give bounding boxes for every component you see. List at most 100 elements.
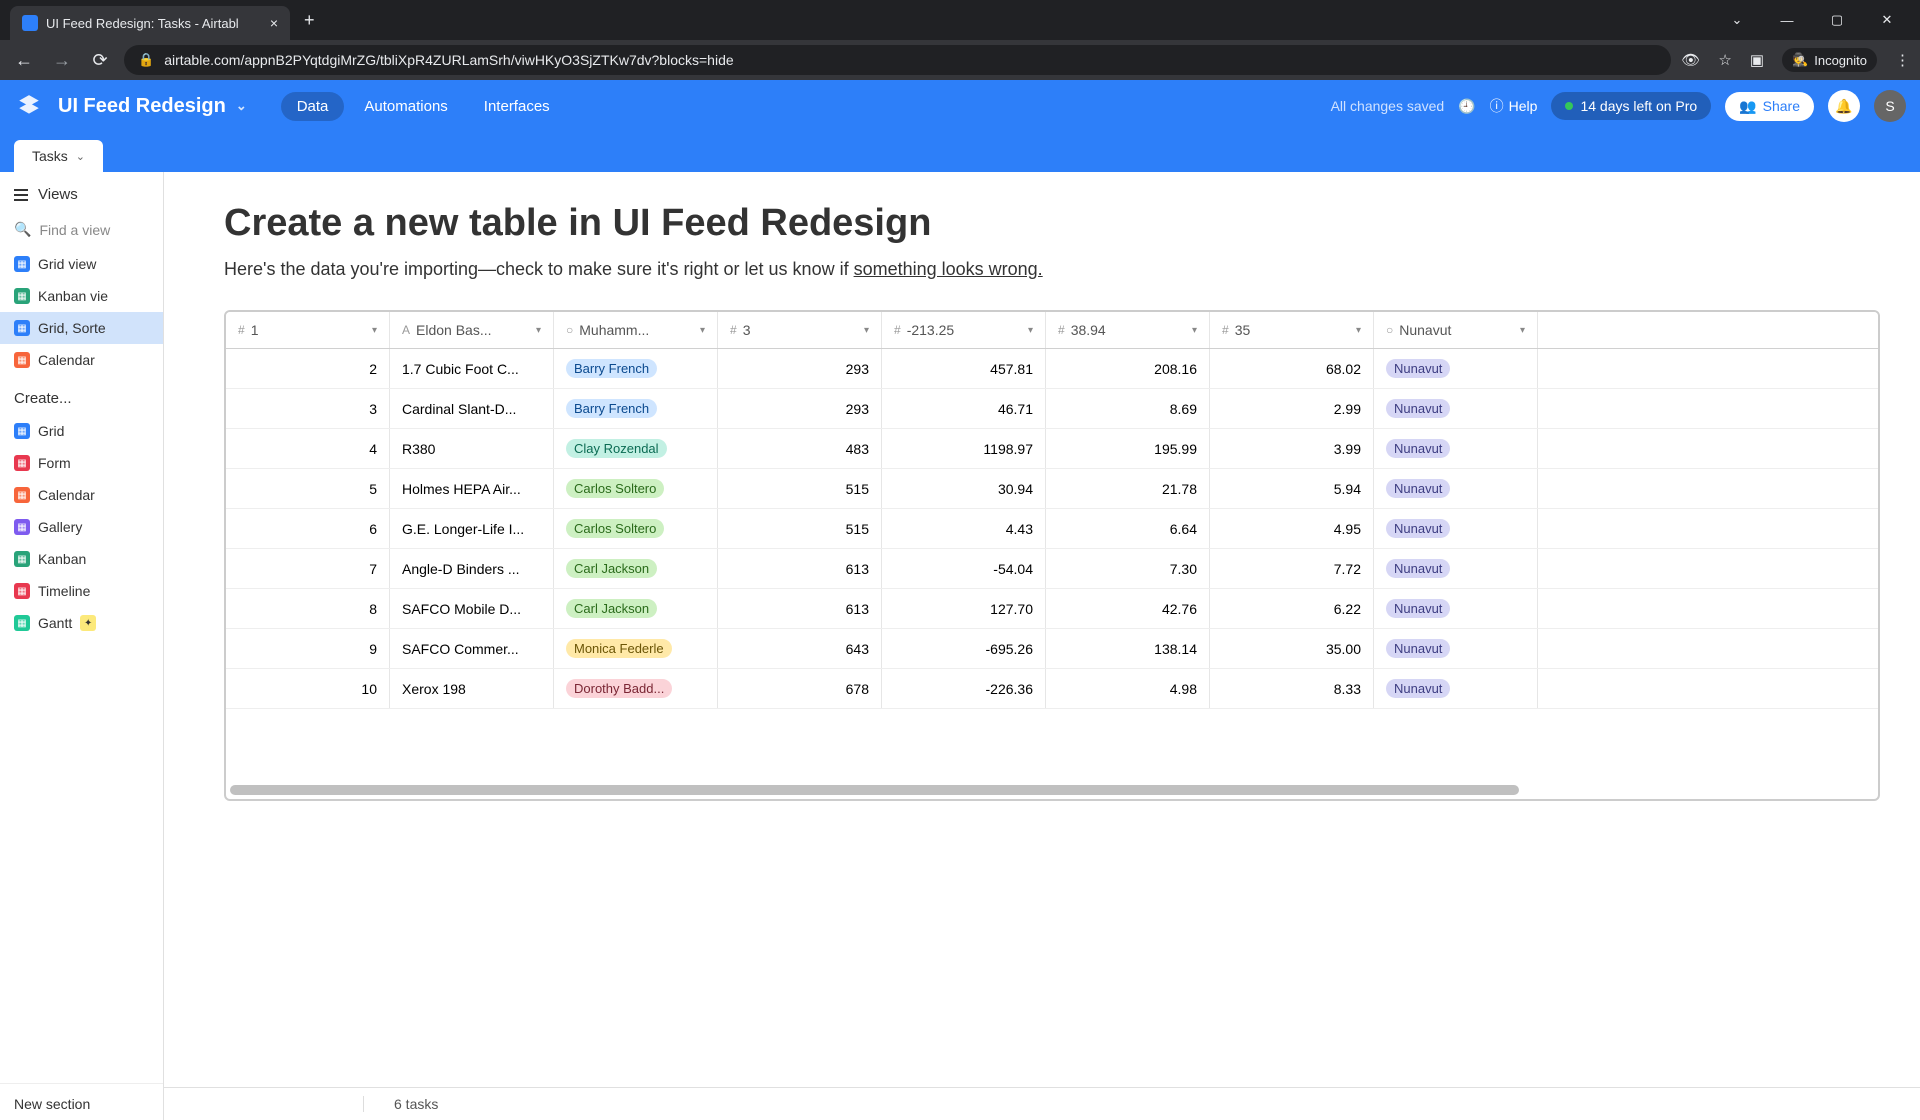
cell-num: 457.81: [882, 349, 1046, 388]
column-header[interactable]: #-213.25▾: [882, 312, 1046, 348]
avatar[interactable]: S: [1874, 90, 1906, 122]
cell-num: 30.94: [882, 469, 1046, 508]
reload-button[interactable]: ⟳: [86, 50, 114, 71]
window-maximize[interactable]: ▢: [1814, 5, 1860, 35]
table-row[interactable]: 3Cardinal Slant-D...Barry French29346.71…: [226, 389, 1878, 429]
table-row[interactable]: 9SAFCO Commer...Monica Federle643-695.26…: [226, 629, 1878, 669]
caret-down-icon[interactable]: ▾: [1520, 325, 1525, 336]
create-view-item[interactable]: ▦Timeline: [0, 575, 163, 607]
table-tab-tasks[interactable]: Tasks ⌄: [14, 140, 103, 172]
caret-down-icon[interactable]: ▾: [1356, 325, 1361, 336]
eye-off-icon[interactable]: 👁: [1681, 51, 1700, 69]
cell-num: 4.43: [882, 509, 1046, 548]
person-chip: Carl Jackson: [566, 599, 657, 618]
airtable-logo-icon[interactable]: [14, 91, 44, 121]
column-header[interactable]: #3▾: [718, 312, 882, 348]
tab-title: UI Feed Redesign: Tasks - Airtabl: [46, 16, 262, 31]
cell-name: Cardinal Slant-D...: [390, 389, 554, 428]
cell-num: 293: [718, 389, 882, 428]
cell-num: 138.14: [1046, 629, 1210, 668]
table-row[interactable]: 8SAFCO Mobile D...Carl Jackson613127.704…: [226, 589, 1878, 629]
horizontal-scrollbar[interactable]: [230, 785, 1519, 795]
tab-interfaces[interactable]: Interfaces: [468, 92, 566, 121]
cell-name: Holmes HEPA Air...: [390, 469, 554, 508]
star-icon[interactable]: ☆: [1718, 51, 1731, 69]
views-sidebar: Views 🔍 Find a view ▦Grid view▦Kanban vi…: [0, 172, 164, 1120]
tab-data[interactable]: Data: [281, 92, 345, 121]
column-header[interactable]: #1▾: [226, 312, 390, 348]
find-view-input[interactable]: 🔍 Find a view: [0, 211, 163, 248]
create-view-item[interactable]: ▦Gallery: [0, 511, 163, 543]
kebab-menu-icon[interactable]: ⋮: [1895, 51, 1910, 69]
something-wrong-link[interactable]: something looks wrong.: [854, 259, 1043, 279]
cell-num: 208.16: [1046, 349, 1210, 388]
sidebar-view-item[interactable]: ▦Calendar: [0, 344, 163, 376]
table-row[interactable]: 6G.E. Longer-Life I...Carlos Soltero5154…: [226, 509, 1878, 549]
caret-down-icon[interactable]: ▾: [700, 325, 705, 336]
notifications-button[interactable]: 🔔: [1828, 90, 1860, 122]
cell-id: 3: [226, 389, 390, 428]
cell-num: 515: [718, 509, 882, 548]
help-button[interactable]: ⓘ Help: [1490, 96, 1538, 116]
views-toggle[interactable]: Views: [0, 178, 163, 211]
chevron-down-icon[interactable]: ⌄: [1714, 5, 1760, 35]
tab-automations[interactable]: Automations: [348, 92, 463, 121]
sidebar-view-item[interactable]: ▦Kanban vie: [0, 280, 163, 312]
import-preview-table: #1▾AEldon Bas...▾○Muhamm...▾#3▾#-213.25▾…: [224, 310, 1880, 801]
caret-down-icon[interactable]: ▾: [372, 325, 377, 336]
column-header[interactable]: AEldon Bas...▾: [390, 312, 554, 348]
back-button[interactable]: ←: [10, 50, 38, 71]
create-view-item[interactable]: ▦Grid: [0, 415, 163, 447]
history-icon[interactable]: 🕘: [1458, 98, 1475, 115]
sidebar-view-item[interactable]: ▦Grid, Sorte: [0, 312, 163, 344]
window-minimize[interactable]: ―: [1764, 5, 1810, 35]
table-row[interactable]: 4R380Clay Rozendal4831198.97195.993.99Nu…: [226, 429, 1878, 469]
caret-down-icon[interactable]: ▾: [1028, 325, 1033, 336]
new-tab-button[interactable]: +: [290, 10, 329, 31]
table-row[interactable]: 7Angle-D Binders ...Carl Jackson613-54.0…: [226, 549, 1878, 589]
caret-down-icon[interactable]: ▾: [536, 325, 541, 336]
base-title[interactable]: UI Feed Redesign ⌄: [58, 95, 247, 118]
new-section-button[interactable]: New section: [0, 1083, 163, 1120]
incognito-indicator[interactable]: 🕵️ Incognito: [1782, 48, 1877, 72]
column-header[interactable]: ○Muhamm...▾: [554, 312, 718, 348]
create-view-item[interactable]: ▦Form: [0, 447, 163, 479]
cell-name: Xerox 198: [390, 669, 554, 708]
create-view-item[interactable]: ▦Kanban: [0, 543, 163, 575]
table-row[interactable]: 10Xerox 198Dorothy Badd...678-226.364.98…: [226, 669, 1878, 709]
create-view-item[interactable]: ▦Calendar: [0, 479, 163, 511]
view-type-icon: ▦: [14, 352, 30, 368]
cell-num: 195.99: [1046, 429, 1210, 468]
caret-down-icon[interactable]: ▾: [1192, 325, 1197, 336]
caret-down-icon[interactable]: ▾: [864, 325, 869, 336]
forward-button[interactable]: →: [48, 50, 76, 71]
cell-num: 1198.97: [882, 429, 1046, 468]
cell-id: 9: [226, 629, 390, 668]
window-close[interactable]: ✕: [1864, 5, 1910, 35]
panel-icon[interactable]: ▣: [1750, 51, 1764, 69]
cell-location: Nunavut: [1374, 629, 1538, 668]
location-chip: Nunavut: [1386, 599, 1450, 618]
person-chip: Barry French: [566, 359, 657, 378]
share-button[interactable]: 👥 Share: [1725, 92, 1814, 121]
cell-num: 4.95: [1210, 509, 1374, 548]
person-chip: Carlos Soltero: [566, 519, 664, 538]
column-header[interactable]: #35▾: [1210, 312, 1374, 348]
table-row[interactable]: 5Holmes HEPA Air...Carlos Soltero51530.9…: [226, 469, 1878, 509]
column-header[interactable]: ○Nunavut▾: [1374, 312, 1538, 348]
trial-badge[interactable]: 14 days left on Pro: [1551, 92, 1711, 120]
close-tab-icon[interactable]: ×: [270, 15, 278, 31]
table-row[interactable]: 21.7 Cubic Foot C...Barry French293457.8…: [226, 349, 1878, 389]
location-chip: Nunavut: [1386, 559, 1450, 578]
cell-location: Nunavut: [1374, 349, 1538, 388]
cell-name: SAFCO Commer...: [390, 629, 554, 668]
location-chip: Nunavut: [1386, 399, 1450, 418]
people-icon: 👥: [1739, 98, 1756, 115]
column-header[interactable]: #38.94▾: [1046, 312, 1210, 348]
cell-location: Nunavut: [1374, 469, 1538, 508]
task-count: 6 tasks: [394, 1096, 438, 1112]
sidebar-view-item[interactable]: ▦Grid view: [0, 248, 163, 280]
browser-tab[interactable]: UI Feed Redesign: Tasks - Airtabl ×: [10, 6, 290, 40]
create-view-item[interactable]: ▦Gantt✦: [0, 607, 163, 639]
address-bar[interactable]: 🔒 airtable.com/appnB2PYqtdgiMrZG/tbliXpR…: [124, 45, 1671, 75]
